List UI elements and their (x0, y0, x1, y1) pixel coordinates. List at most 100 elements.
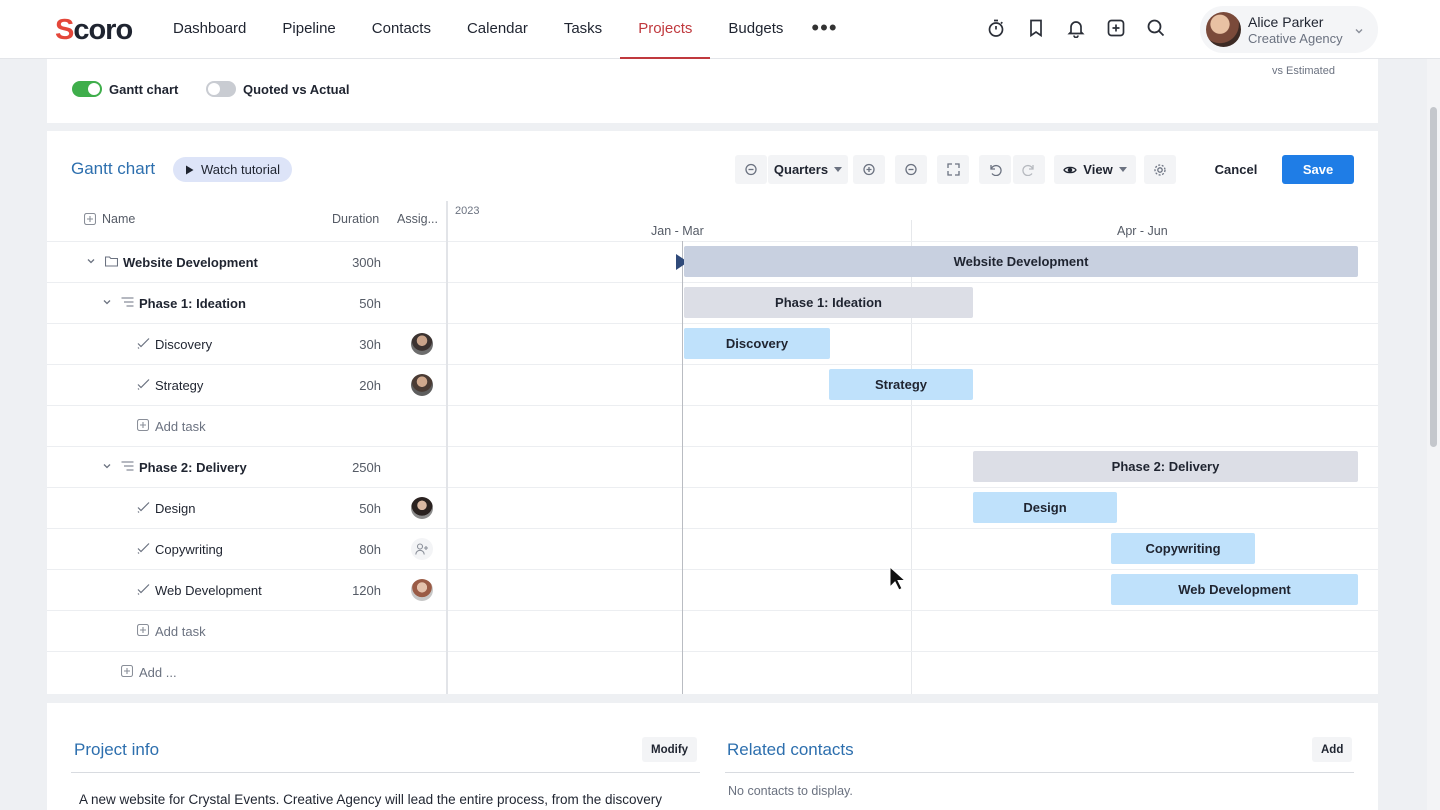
quoted-vs-actual-toggle[interactable]: Quoted vs Actual (206, 81, 349, 97)
add-new-icon[interactable] (1105, 17, 1127, 39)
nav-projects[interactable]: Projects (620, 0, 711, 59)
quoted-toggle-label: Quoted vs Actual (243, 81, 350, 97)
divider (725, 772, 1354, 773)
project-info-title: Project info (74, 740, 160, 759)
redo-icon[interactable] (1013, 155, 1045, 184)
table-row[interactable]: Strategy 20h (47, 364, 447, 405)
fullscreen-icon[interactable] (937, 155, 969, 184)
project-details-card: Project info Modify A new website for Cr… (47, 703, 1378, 810)
watch-tutorial-button[interactable]: Watch tutorial (173, 157, 292, 182)
cancel-button[interactable]: Cancel (1197, 155, 1275, 184)
table-row[interactable]: Phase 1: Ideation 50h (47, 282, 447, 323)
add-contact-button[interactable]: Add (1312, 737, 1353, 762)
gear-icon[interactable] (1144, 155, 1176, 184)
zoom-in-icon[interactable] (853, 155, 885, 184)
chevron-down-icon[interactable] (102, 297, 112, 307)
divider (71, 772, 700, 773)
add-task-label[interactable]: Add task (155, 624, 206, 639)
zoom-fit-icon[interactable] (895, 155, 927, 184)
search-icon[interactable] (1145, 17, 1167, 39)
scrollbar-thumb[interactable] (1430, 107, 1437, 447)
gantt-bar-strategy[interactable]: Strategy (829, 369, 973, 400)
nav-contacts[interactable]: Contacts (354, 0, 449, 59)
zoom-out-icon[interactable] (735, 155, 767, 184)
folder-icon (105, 256, 118, 267)
row-name: Discovery (155, 337, 213, 352)
add-task-label[interactable]: Add task (155, 419, 206, 434)
timeline-quarter: Jan - Mar (651, 224, 704, 238)
table-row[interactable]: Discovery 30h (47, 323, 447, 364)
nav-calendar[interactable]: Calendar (449, 0, 546, 59)
view-toggles-card: Gantt chart Quoted vs Actual vs Estimate… (47, 59, 1378, 123)
nav-pipeline[interactable]: Pipeline (264, 0, 353, 59)
nav-tasks[interactable]: Tasks (546, 0, 620, 59)
gantt-bar-website-development[interactable]: Website Development (684, 246, 1358, 277)
timer-icon[interactable] (985, 17, 1007, 39)
gantt-toggle[interactable]: Gantt chart (72, 81, 178, 97)
add-item-row[interactable]: Add ... (47, 651, 447, 692)
row-duration: 20h (359, 378, 381, 393)
scoro-logo[interactable]: Scoro (55, 14, 133, 47)
project-description: A new website for Crystal Events. Creati… (79, 792, 663, 807)
add-icon[interactable] (137, 419, 149, 431)
table-row[interactable]: Website Development 300h (47, 241, 447, 282)
more-menu-icon[interactable]: ••• (801, 0, 847, 59)
avatar[interactable] (411, 497, 433, 519)
modify-button[interactable]: Modify (642, 737, 698, 762)
timeline-quarter: Apr - Jun (1117, 224, 1168, 238)
gantt-card: Gantt chart Watch tutorial Quarters View… (47, 131, 1378, 694)
mouse-cursor-icon (889, 566, 905, 591)
chevron-down-icon (1354, 23, 1364, 41)
today-line (682, 241, 683, 694)
add-column-icon[interactable] (84, 213, 96, 225)
caret-down-icon (1118, 167, 1127, 172)
gantt-bar-discovery[interactable]: Discovery (684, 328, 830, 359)
task-check-icon (137, 338, 150, 349)
name-column-header[interactable]: Name (84, 212, 135, 226)
avatar[interactable] (411, 374, 433, 396)
timeline-row (448, 487, 1378, 528)
chevron-down-icon[interactable] (86, 256, 96, 266)
nav-dashboard[interactable]: Dashboard (155, 0, 264, 59)
name-column-label: Name (102, 212, 136, 226)
avatar[interactable] (411, 579, 433, 601)
quoted-vs-actual-switch[interactable] (206, 81, 236, 97)
assign-user-icon[interactable] (411, 538, 433, 560)
gantt-bar-copywriting[interactable]: Copywriting (1111, 533, 1255, 564)
table-row[interactable]: Design 50h (47, 487, 447, 528)
gantt-bar-phase-1[interactable]: Phase 1: Ideation (684, 287, 973, 318)
gantt-bar-phase-2[interactable]: Phase 2: Delivery (973, 451, 1358, 482)
add-icon[interactable] (121, 665, 133, 677)
scale-select[interactable]: Quarters (768, 155, 848, 184)
gantt-bar-web-development[interactable]: Web Development (1111, 574, 1358, 605)
add-icon[interactable] (137, 624, 149, 636)
add-task-row[interactable]: Add task (47, 610, 447, 651)
bookmark-icon[interactable] (1025, 17, 1047, 39)
table-row[interactable]: Copywriting 80h (47, 528, 447, 569)
gantt-bar-design[interactable]: Design (973, 492, 1117, 523)
gantt-switch[interactable] (72, 81, 102, 97)
user-organization: Creative Agency (1248, 31, 1343, 46)
save-button[interactable]: Save (1282, 155, 1354, 184)
gantt-title: Gantt chart (71, 159, 156, 178)
task-check-icon (137, 379, 150, 390)
table-row[interactable]: Web Development 120h (47, 569, 447, 610)
chevron-down-icon[interactable] (102, 461, 112, 471)
view-menu[interactable]: View (1054, 155, 1136, 184)
table-row[interactable]: Phase 2: Delivery 250h (47, 446, 447, 487)
add-task-row[interactable]: Add task (47, 405, 447, 446)
duration-column-header[interactable]: Duration (332, 212, 379, 226)
play-icon (186, 165, 194, 174)
avatar[interactable] (411, 333, 433, 355)
add-item-label[interactable]: Add ... (139, 665, 177, 680)
page-scrollbar[interactable] (1427, 59, 1440, 810)
related-contacts-title: Related contacts (727, 740, 854, 759)
bell-icon[interactable] (1065, 17, 1087, 39)
row-name: Copywriting (155, 542, 223, 557)
user-menu[interactable]: Alice Parker Creative Agency (1200, 6, 1378, 53)
row-name: Web Development (155, 583, 262, 598)
nav-budgets[interactable]: Budgets (710, 0, 801, 59)
timeline-row (448, 323, 1378, 364)
undo-icon[interactable] (979, 155, 1011, 184)
assignee-column-header[interactable]: Assig... (397, 212, 438, 226)
